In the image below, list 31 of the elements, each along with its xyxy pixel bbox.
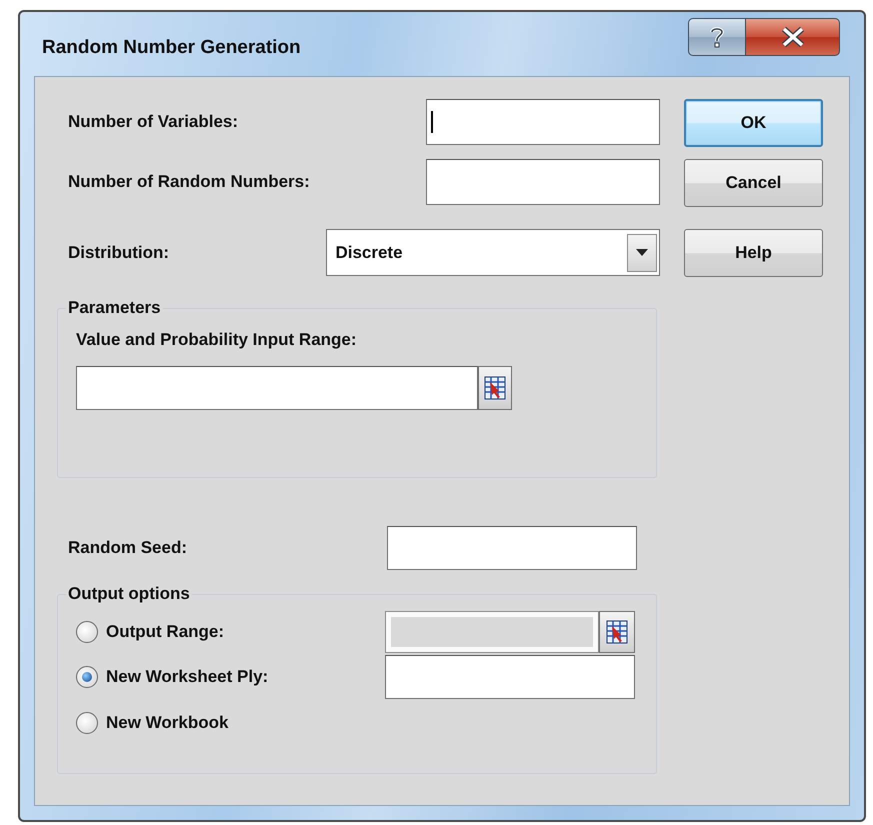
field-label: Random Seed:	[68, 538, 188, 558]
question-mark-icon	[709, 26, 725, 48]
input-field[interactable]	[426, 99, 660, 145]
close-button[interactable]	[746, 18, 840, 56]
spreadsheet-icon	[484, 376, 506, 400]
dialog-button[interactable]: Help	[684, 229, 823, 277]
help-button[interactable]	[688, 18, 746, 56]
field-label: Number of Variables:	[68, 112, 240, 132]
input-field[interactable]	[76, 366, 478, 410]
option-label: Output Range:	[106, 622, 224, 642]
input-field[interactable]	[426, 159, 660, 205]
option-label: New Workbook	[106, 713, 228, 733]
dialog-button[interactable]: OK	[684, 99, 823, 147]
input-field[interactable]	[385, 655, 635, 699]
option-label: New Worksheet Ply:	[106, 667, 268, 687]
close-icon	[780, 27, 804, 47]
window-title: Random Number Generation	[42, 37, 301, 59]
field-label: Distribution:	[68, 242, 170, 262]
distribution-dropdown[interactable]: Discrete	[326, 229, 660, 276]
range-select-button[interactable]	[478, 366, 512, 410]
input-field[interactable]	[387, 526, 637, 570]
radio-button[interactable]	[76, 712, 98, 734]
field-label: Value and Probability Input Range:	[76, 330, 358, 350]
group-title: Output options	[67, 584, 191, 604]
caret-icon	[636, 248, 648, 256]
radio-button[interactable]	[76, 666, 98, 688]
range-select-button[interactable]	[599, 611, 635, 653]
field-label: Number of Random Numbers:	[68, 172, 311, 192]
spreadsheet-icon	[606, 620, 628, 644]
dialog-button[interactable]: Cancel	[684, 159, 823, 207]
group-title: Parameters	[67, 298, 162, 318]
